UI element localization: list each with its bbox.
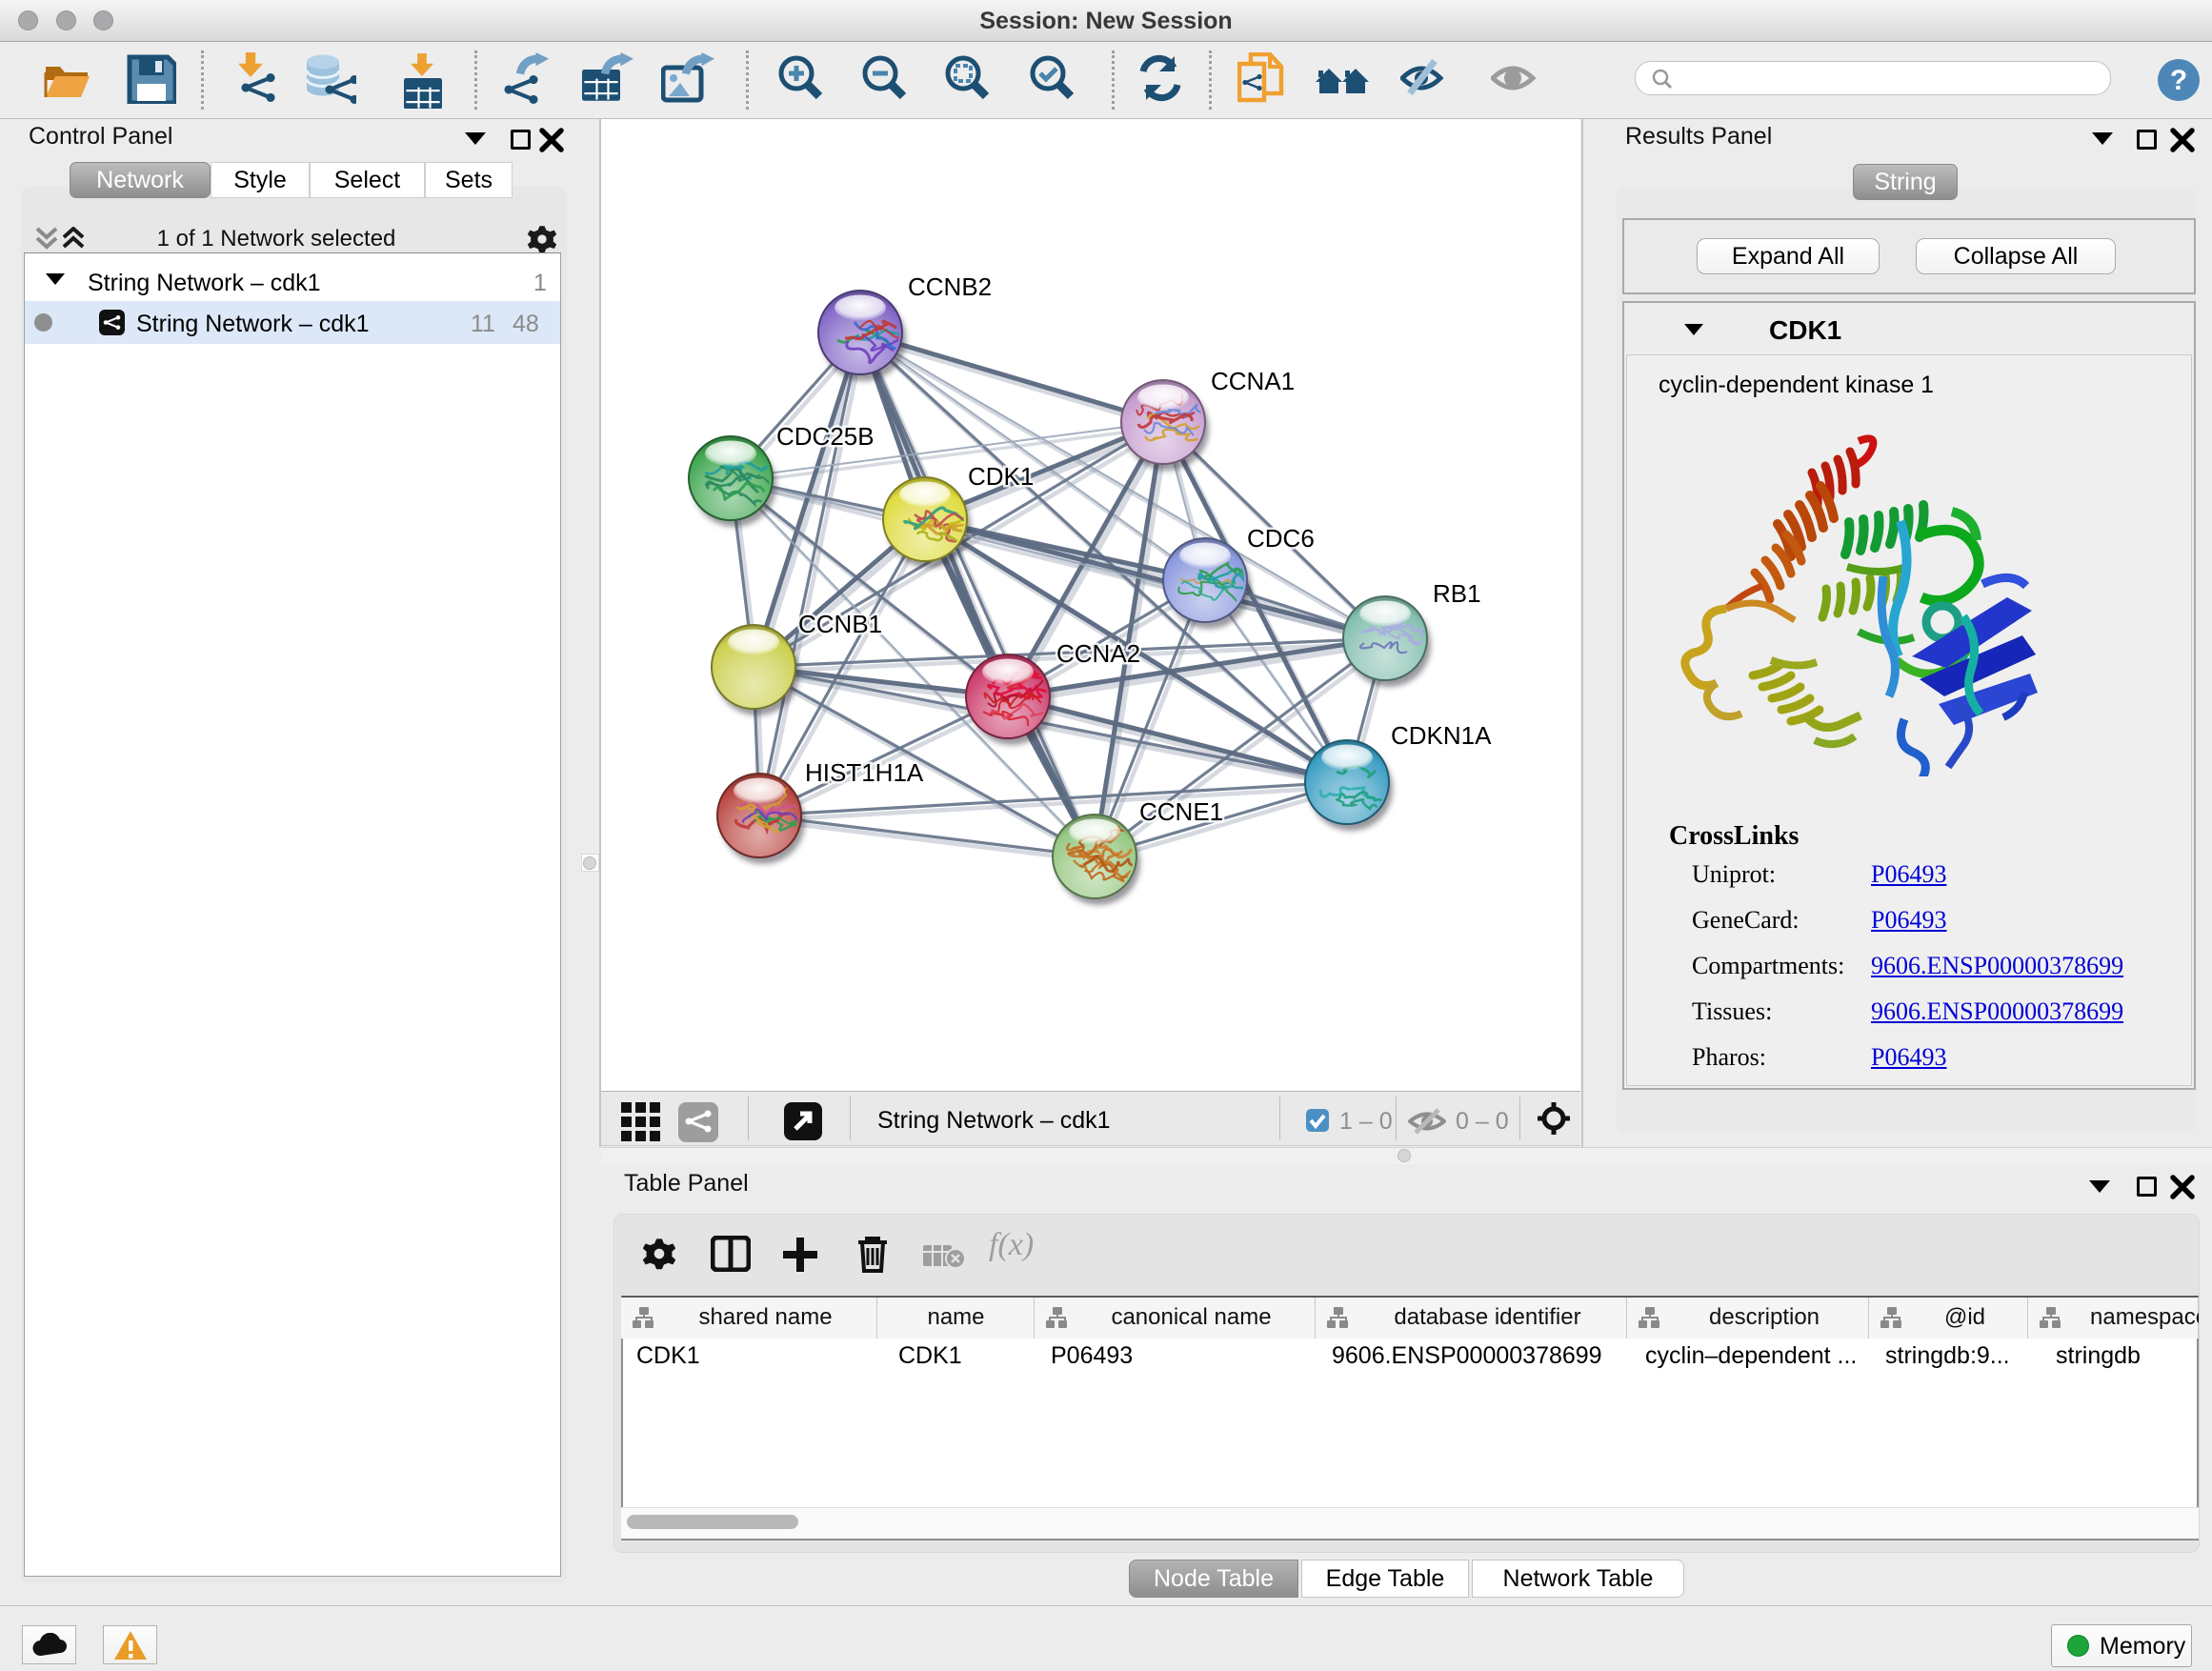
svg-text:CDK1: CDK1 xyxy=(968,462,1034,491)
svg-text:RB1: RB1 xyxy=(1433,579,1481,608)
svg-text:?: ? xyxy=(2170,65,2187,96)
svg-text:CDKN1A: CDKN1A xyxy=(1391,721,1492,750)
svg-text:HIST1H1A: HIST1H1A xyxy=(805,758,924,787)
svg-text:CDC25B: CDC25B xyxy=(776,422,875,451)
svg-text:CDC6: CDC6 xyxy=(1247,524,1315,553)
svg-text:CCNA1: CCNA1 xyxy=(1211,367,1295,395)
svg-text:CCNB2: CCNB2 xyxy=(908,272,992,301)
svg-text:CCNB1: CCNB1 xyxy=(798,610,882,638)
svg-text:CCNE1: CCNE1 xyxy=(1139,797,1223,826)
svg-text:CCNA2: CCNA2 xyxy=(1056,639,1140,668)
